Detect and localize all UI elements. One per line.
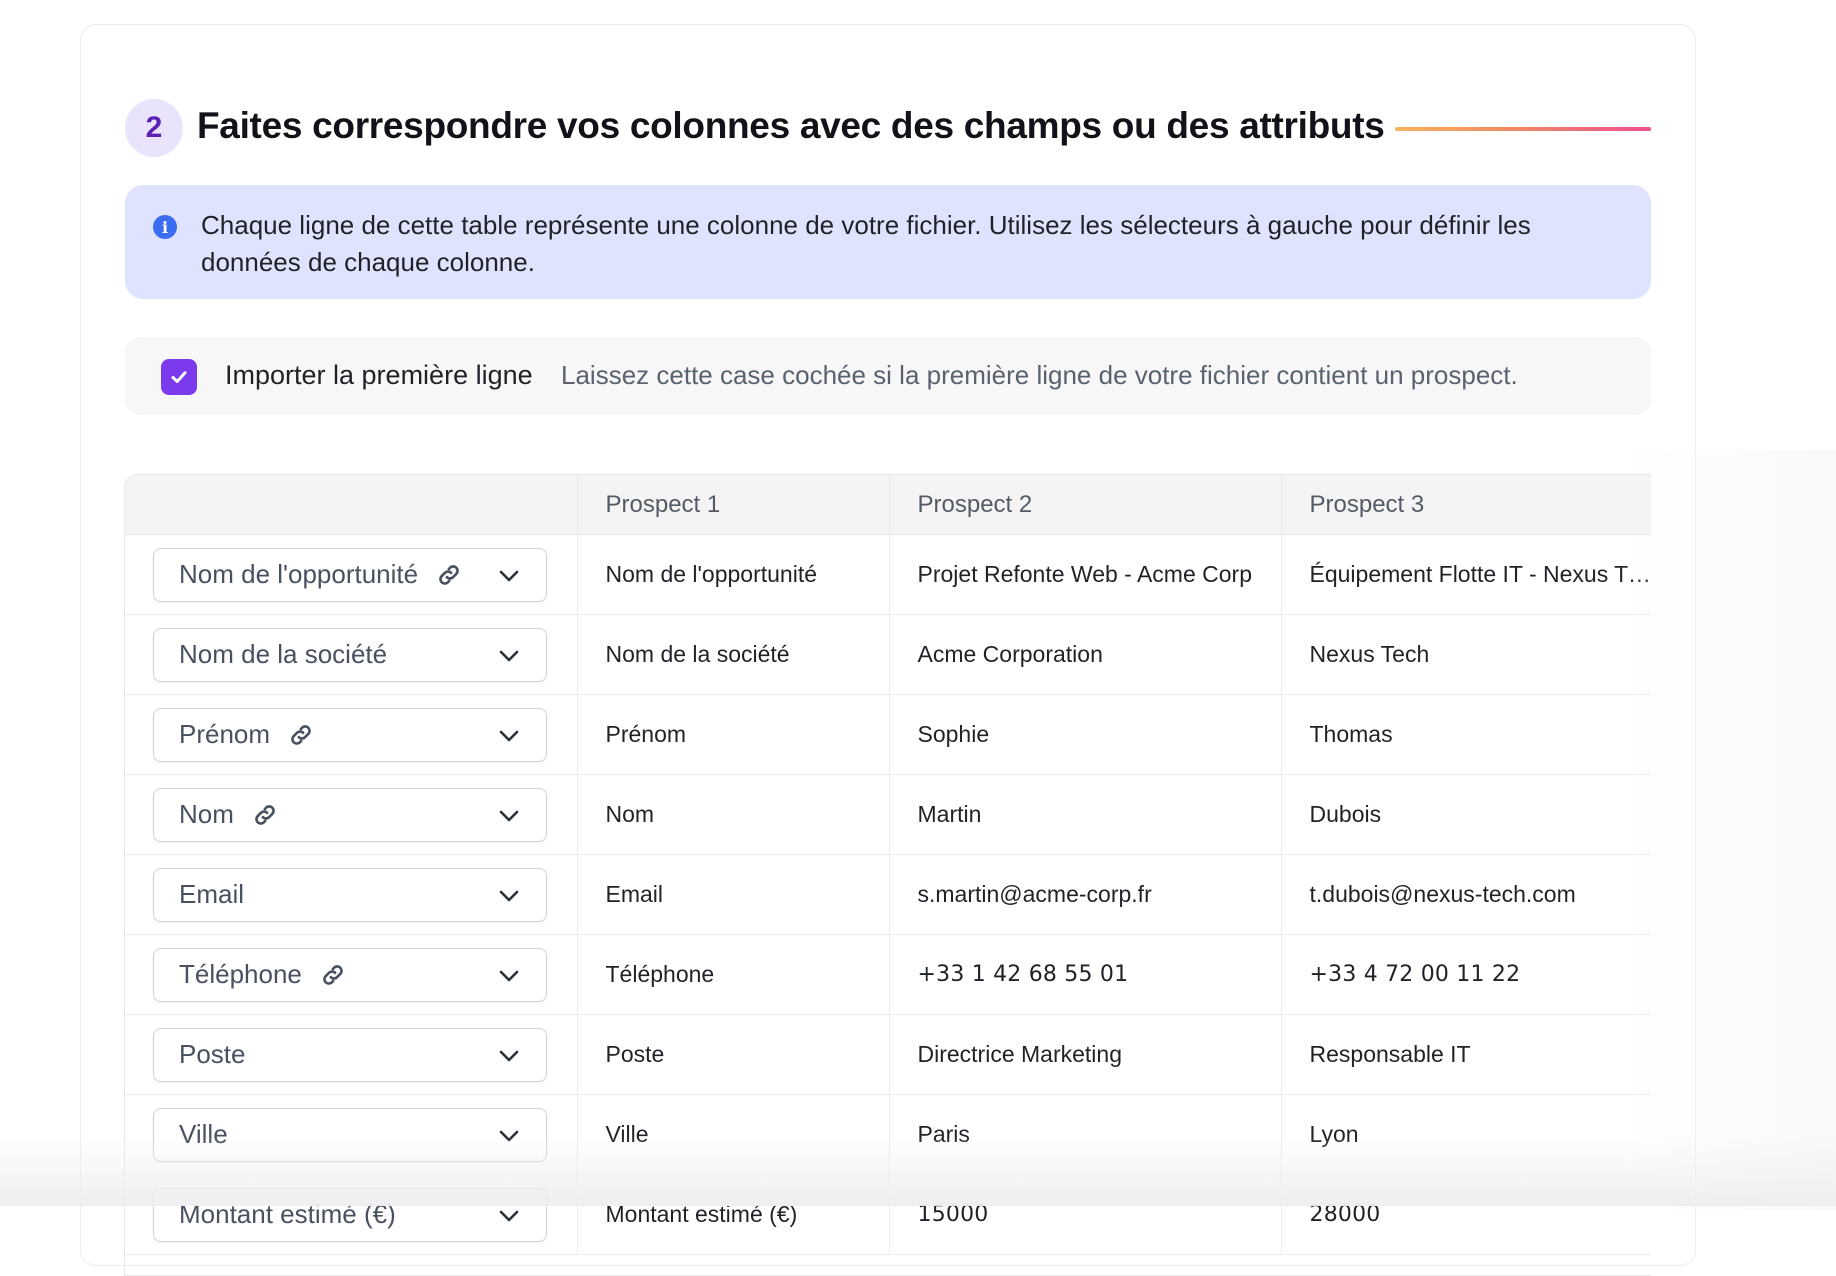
prospect-2-cell: 15000 [888, 1174, 1281, 1255]
table-row: Nom de l'opportunité Nom de l'opportunité… [125, 534, 1651, 615]
import-first-row-option: Importer la première ligne Laissez cette… [125, 337, 1651, 415]
prospect-1-cell: Poste [576, 1014, 889, 1095]
field-select-cell: Téléphone [125, 934, 577, 1015]
import-first-row-hint: Laissez cette case cochée si la première… [561, 360, 1518, 390]
prospect-3-cell: Dubois [1280, 774, 1651, 855]
info-icon: i [153, 215, 177, 239]
field-mapping-select[interactable]: Prénom [153, 707, 547, 762]
field-mapping-select-value: Téléphone [179, 959, 302, 989]
prospect-1-cell: Montant estimé (€) [576, 1174, 889, 1255]
chevron-down-icon [499, 890, 519, 901]
import-first-row-label[interactable]: Importer la première ligne [225, 360, 533, 391]
chevron-down-icon [499, 650, 519, 661]
prospect-2-cell: s.martin@acme-corp.fr [888, 854, 1281, 935]
prospect-2-cell: Paris [888, 1094, 1281, 1175]
table-row: Prénom Prénom Sophie Thomas [125, 694, 1651, 775]
chevron-down-icon [499, 570, 519, 581]
field-mapping-select[interactable]: Poste [153, 1027, 547, 1082]
info-banner: i Chaque ligne de cette table représente… [125, 185, 1651, 299]
field-mapping-select-value: Nom de l'opportunité [179, 559, 419, 589]
chevron-down-icon [499, 1130, 519, 1141]
field-select-cell: Nom [125, 774, 577, 855]
field-select-cell: Montant estimé (€) [125, 1174, 577, 1255]
import-first-row-checkbox[interactable] [161, 359, 197, 395]
step-header: 2 Faites correspondre vos colonnes avec … [125, 99, 1651, 159]
chevron-down-icon [499, 1210, 519, 1221]
field-mapping-select-value: Prénom [179, 719, 271, 749]
prospect-1-cell: Email [576, 854, 889, 935]
link-icon [323, 964, 343, 985]
column-header-prospect-1: Prospect 1 [576, 475, 889, 535]
link-icon [291, 724, 311, 745]
link-icon [439, 564, 459, 585]
prospect-1-cell: Nom de l'opportunité [576, 534, 889, 615]
prospect-3-cell: Lyon [1280, 1094, 1651, 1175]
prospect-3-cell: t.dubois@nexus-tech.com [1280, 854, 1651, 935]
prospect-2-cell: Martin [888, 774, 1281, 855]
field-mapping-select[interactable]: Nom de l'opportunité [153, 547, 547, 602]
field-select-cell: Poste [125, 1014, 577, 1095]
field-select-cell: Prénom [125, 694, 577, 775]
field-select-cell: Ville [125, 1094, 577, 1175]
table-row: Téléphone Téléphone +33 1 42 68 55 01 +33 4… [125, 934, 1651, 1015]
chevron-down-icon [499, 810, 519, 821]
link-icon [255, 804, 275, 825]
field-mapping-select-value: Poste [179, 1039, 246, 1069]
prospect-1-cell: Ville [576, 1094, 889, 1175]
prospect-3-cell: Responsable IT [1280, 1014, 1651, 1095]
prospect-2-cell: Acme Corporation [888, 614, 1281, 695]
step-title: Faites correspondre vos colonnes avec de… [197, 105, 1385, 146]
field-mapping-select-value: Nom [179, 799, 234, 829]
info-text: Chaque ligne de cette table représente u… [201, 210, 1531, 277]
prospect-3-cell: 28000 [1280, 1174, 1651, 1255]
prospect-3-cell: Nexus Tech [1280, 614, 1651, 695]
table-row: Montant estimé (€) Montant estimé (€) 1500… [125, 1174, 1651, 1255]
prospect-2-cell: Directrice Marketing [888, 1014, 1281, 1095]
field-mapping-select[interactable]: Montant estimé (€) [153, 1187, 547, 1242]
prospect-2-cell: Sophie [888, 694, 1281, 775]
table-row: Poste Poste Directrice Marketing Responsabl… [125, 1014, 1651, 1095]
check-icon [171, 371, 187, 383]
field-mapping-select[interactable]: Nom de la société [153, 627, 547, 682]
chevron-down-icon [499, 730, 519, 741]
prospect-2-cell: Projet Refonte Web - Acme Corp [888, 534, 1281, 615]
prospect-2-cell: +33 1 42 68 55 01 [888, 934, 1281, 1015]
table-row: Ville Ville Paris Lyon [125, 1094, 1651, 1175]
field-mapping-select[interactable]: Téléphone [153, 947, 547, 1002]
field-select-cell: Nom de la société [125, 614, 577, 695]
table-row: Nom Nom Martin Dubois [125, 774, 1651, 855]
field-mapping-select-value: Montant estimé (€) [179, 1199, 396, 1229]
gradient-divider [1395, 127, 1651, 131]
prospect-1-cell: Prénom [576, 694, 889, 775]
prospect-3-cell: Équipement Flotte IT - Nexus T ... [1280, 534, 1651, 615]
prospect-1-cell: Nom [576, 774, 889, 855]
table-header-row: Prospect 1 Prospect 2 Prospect 3 [125, 475, 1651, 535]
column-header-prospect-3: Prospect 3 [1280, 475, 1651, 535]
field-mapping-select-value: Ville [179, 1119, 228, 1149]
field-mapping-select-value: Nom de la société [179, 639, 388, 669]
column-header-prospect-2: Prospect 2 [888, 475, 1281, 535]
field-select-cell: Email [125, 854, 577, 935]
column-header-field [125, 475, 577, 535]
prospect-1-cell: Téléphone [576, 934, 889, 1015]
field-select-cell: Nom de l'opportunité [125, 534, 577, 615]
prospect-3-cell: Thomas [1280, 694, 1651, 775]
step-number-badge: 2 [125, 99, 183, 157]
prospect-1-cell: Nom de la société [576, 614, 889, 695]
table-row: Nom de la société Nom de la société Acme C… [125, 614, 1651, 695]
field-mapping-select[interactable]: Ville [153, 1107, 547, 1162]
field-mapping-select[interactable]: Nom [153, 787, 547, 842]
field-mapping-select-value: Email [179, 879, 245, 909]
prospect-3-cell: +33 4 72 00 11 22 [1280, 934, 1651, 1015]
table-row: Email Email s.martin@acme-corp.fr t.dubois@… [125, 854, 1651, 935]
chevron-down-icon [499, 970, 519, 981]
mapping-table: Prospect 1 Prospect 2 Prospect 3 Nom de … [124, 474, 1651, 1276]
chevron-down-icon [499, 1050, 519, 1061]
field-mapping-select[interactable]: Email [153, 867, 547, 922]
